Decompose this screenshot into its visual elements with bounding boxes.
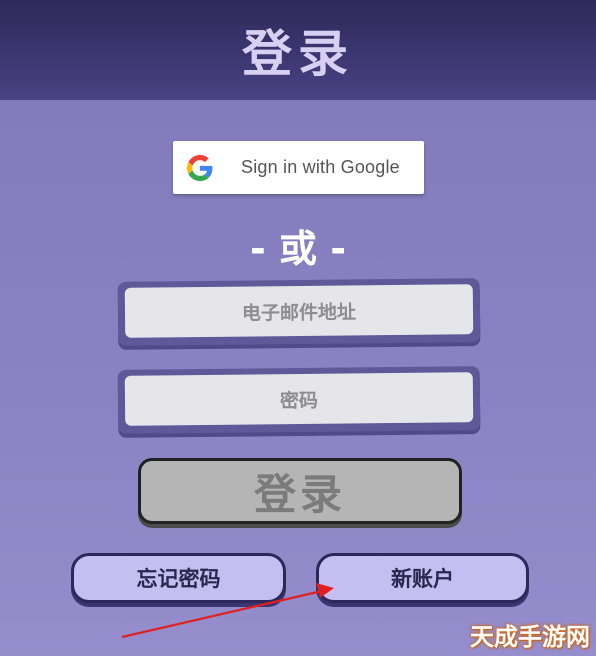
email-field-frame: 电子邮件地址 bbox=[117, 278, 481, 346]
watermark-logo: 天成手游网 bbox=[470, 623, 590, 651]
page-title: 登录 bbox=[242, 25, 354, 83]
title-bar: 登录 bbox=[0, 0, 596, 100]
new-account-button[interactable]: 新账户 bbox=[316, 553, 529, 603]
google-g-icon bbox=[187, 154, 213, 181]
login-button-label: 登录 bbox=[253, 469, 346, 519]
password-field[interactable]: 密码 bbox=[124, 372, 474, 426]
login-button[interactable]: 登录 bbox=[138, 458, 462, 524]
forgot-password-button[interactable]: 忘记密码 bbox=[71, 553, 286, 603]
google-sign-in-label: Sign in with Google bbox=[241, 157, 400, 177]
google-sign-in-button[interactable]: Sign in with Google bbox=[173, 141, 424, 194]
password-field-frame: 密码 bbox=[117, 366, 481, 434]
or-divider: - 或 - bbox=[249, 227, 346, 271]
email-field[interactable]: 电子邮件地址 bbox=[124, 284, 474, 338]
